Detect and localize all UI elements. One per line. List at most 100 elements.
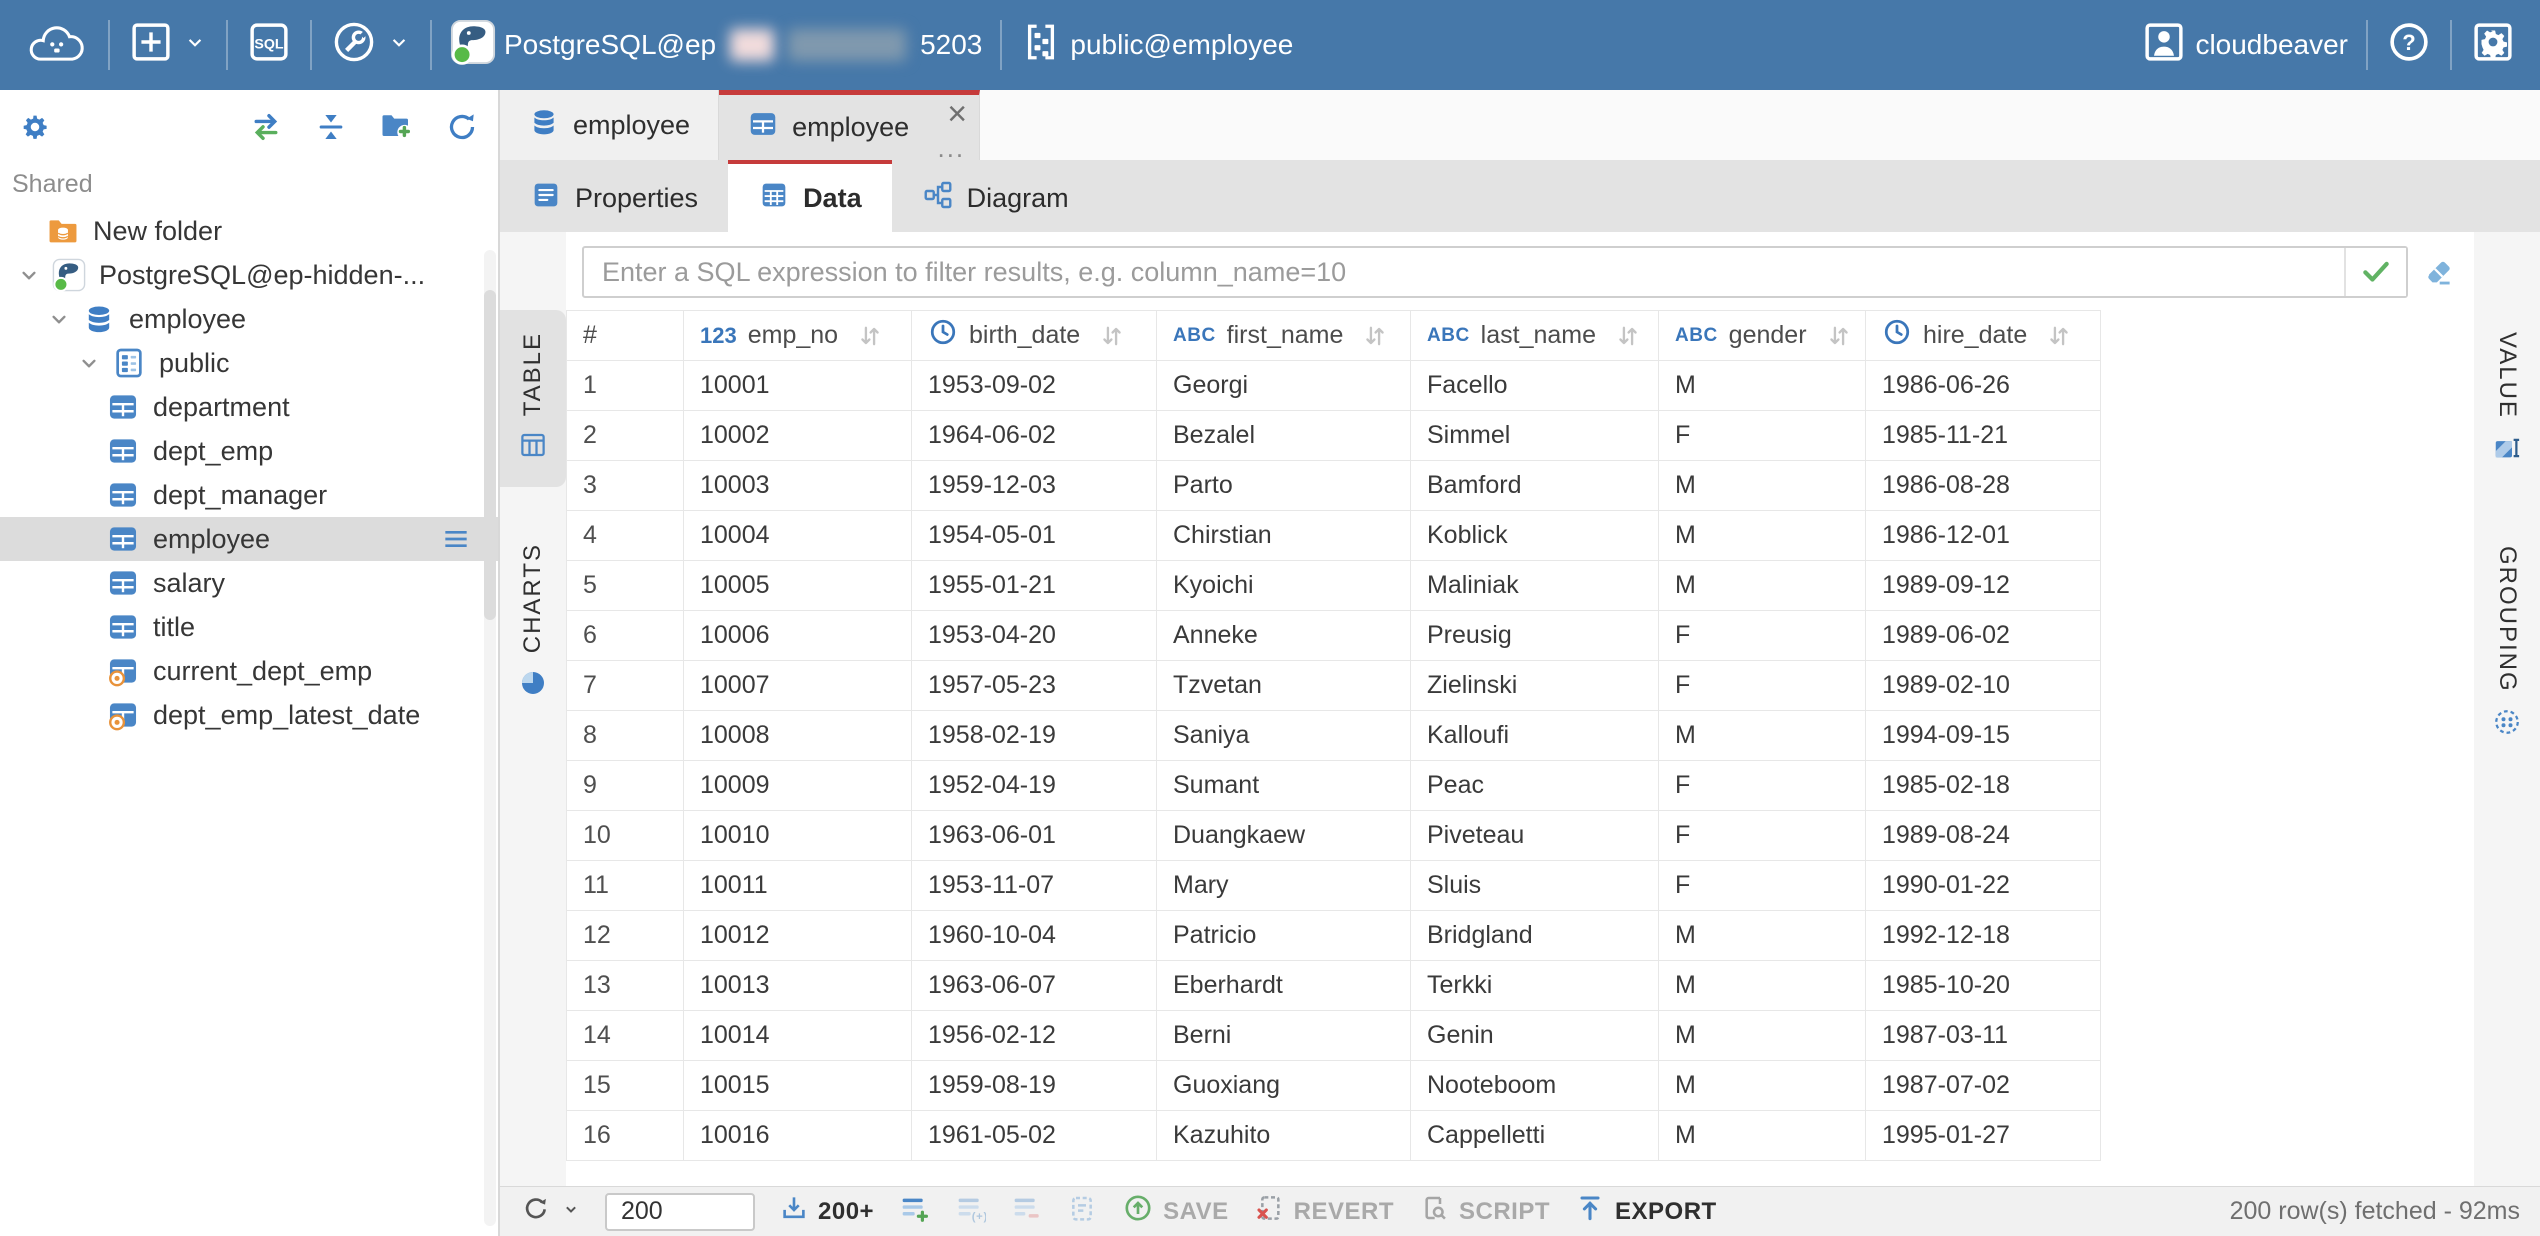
grid-cell[interactable]: M	[1659, 711, 1866, 761]
grid-cell[interactable]: 10008	[684, 711, 912, 761]
grid-cell[interactable]: Koblick	[1411, 511, 1659, 561]
grid-cell[interactable]: 1987-07-02	[1866, 1061, 2101, 1111]
grid-cell[interactable]: 10016	[684, 1111, 912, 1161]
grid-cell[interactable]: M	[1659, 361, 1866, 411]
sort-icon[interactable]	[1360, 322, 1390, 350]
sort-icon[interactable]	[1097, 322, 1127, 350]
refresh-tree-button[interactable]	[444, 109, 480, 148]
sidebar-settings-button[interactable]	[18, 110, 52, 147]
grid-cell[interactable]: 1964-06-02	[912, 411, 1157, 461]
grid-cell[interactable]: Cappelletti	[1411, 1111, 1659, 1161]
grid-cell[interactable]: 1956-02-12	[912, 1011, 1157, 1061]
sync-connection-button[interactable]	[248, 109, 284, 148]
grid-cell[interactable]: 1959-12-03	[912, 461, 1157, 511]
row-index-cell[interactable]: 13	[567, 961, 684, 1011]
grid-cell[interactable]: 1963-06-01	[912, 811, 1157, 861]
grid-cell[interactable]: 1994-09-15	[1866, 711, 2101, 761]
grid-cell[interactable]: 1989-08-24	[1866, 811, 2101, 861]
apply-filter-button[interactable]	[2344, 248, 2406, 296]
close-tab-icon[interactable]: ×	[947, 97, 967, 131]
grid-cell[interactable]: 10014	[684, 1011, 912, 1061]
expander-chevron-icon[interactable]	[16, 262, 52, 288]
revert-button[interactable]: REVERT	[1253, 1192, 1394, 1231]
grid-cell[interactable]: Tzvetan	[1157, 661, 1411, 711]
grid-cell[interactable]: 1952-04-19	[912, 761, 1157, 811]
grid-cell[interactable]: Georgi	[1157, 361, 1411, 411]
grid-cell[interactable]: 1961-05-02	[912, 1111, 1157, 1161]
tree-item-employee[interactable]: employee	[0, 297, 498, 341]
column-header-gender[interactable]: ABCgender	[1659, 311, 1866, 361]
script-button[interactable]: SCRIPT	[1418, 1192, 1550, 1231]
grid-cell[interactable]: 10001	[684, 361, 912, 411]
grid-cell[interactable]: 1954-05-01	[912, 511, 1157, 561]
delete-row-button[interactable]	[1010, 1192, 1042, 1231]
add-row-button[interactable]	[898, 1192, 930, 1231]
grid-cell[interactable]: 10005	[684, 561, 912, 611]
duplicate-row-button[interactable]: (+)	[954, 1192, 986, 1231]
column-header-birth_date[interactable]: birth_date	[912, 311, 1157, 361]
grid-cell[interactable]: 10007	[684, 661, 912, 711]
fetch-more-button[interactable]: 200+	[779, 1193, 874, 1230]
sort-icon[interactable]	[1613, 322, 1643, 350]
grid-cell[interactable]: 10004	[684, 511, 912, 561]
grid-cell[interactable]: Terkki	[1411, 961, 1659, 1011]
grid-cell[interactable]: Preusig	[1411, 611, 1659, 661]
row-index-cell[interactable]: 9	[567, 761, 684, 811]
grid-cell[interactable]: 1989-06-02	[1866, 611, 2101, 661]
row-index-cell[interactable]: 16	[567, 1111, 684, 1161]
row-index-cell[interactable]: 11	[567, 861, 684, 911]
grid-cell[interactable]: M	[1659, 461, 1866, 511]
grid-cell[interactable]: Bridgland	[1411, 911, 1659, 961]
grid-cell[interactable]: Eberhardt	[1157, 961, 1411, 1011]
grid-cell[interactable]: Sumant	[1157, 761, 1411, 811]
grid-cell[interactable]: F	[1659, 861, 1866, 911]
export-button[interactable]: EXPORT	[1574, 1192, 1717, 1231]
refresh-data-button[interactable]	[520, 1192, 581, 1231]
row-index-cell[interactable]: 6	[567, 611, 684, 661]
help-button[interactable]: ?	[2386, 19, 2432, 72]
row-limit-input[interactable]	[605, 1193, 755, 1231]
grid-cell[interactable]: Facello	[1411, 361, 1659, 411]
row-index-cell[interactable]: 5	[567, 561, 684, 611]
tree-item-new-folder[interactable]: New folder	[0, 209, 498, 253]
grid-cell[interactable]: F	[1659, 661, 1866, 711]
sidebar-scrollbar[interactable]	[484, 250, 496, 1226]
item-menu-icon[interactable]	[440, 523, 472, 555]
expander-chevron-icon[interactable]	[46, 306, 82, 332]
grid-cell[interactable]: Peac	[1411, 761, 1659, 811]
clear-filter-button[interactable]	[2422, 254, 2456, 291]
grid-cell[interactable]: Maliniak	[1411, 561, 1659, 611]
grid-cell[interactable]: 1987-03-11	[1866, 1011, 2101, 1061]
grid-cell[interactable]: 1989-09-12	[1866, 561, 2101, 611]
grid-cell[interactable]: Simmel	[1411, 411, 1659, 461]
new-connection-button[interactable]	[128, 19, 208, 72]
grid-cell[interactable]: 1958-02-19	[912, 711, 1157, 761]
sort-icon[interactable]	[2044, 322, 2074, 350]
grid-cell[interactable]: 1955-01-21	[912, 561, 1157, 611]
tree-item-employee[interactable]: employee	[0, 517, 498, 561]
grid-cell[interactable]: 1995-01-27	[1866, 1111, 2101, 1161]
save-button[interactable]: SAVE	[1122, 1192, 1229, 1231]
grid-cell[interactable]: Guoxiang	[1157, 1061, 1411, 1111]
grid-cell[interactable]: M	[1659, 1011, 1866, 1061]
grid-cell[interactable]: Duangkaew	[1157, 811, 1411, 861]
tree-item-dept-emp[interactable]: dept_emp	[0, 429, 498, 473]
column-header-first_name[interactable]: ABCfirst_name	[1157, 311, 1411, 361]
grid-cell[interactable]: Kazuhito	[1157, 1111, 1411, 1161]
column-header-emp_no[interactable]: 123emp_no	[684, 311, 912, 361]
grid-cell[interactable]: M	[1659, 911, 1866, 961]
tree-item-postgresql-ep-hidden-[interactable]: PostgreSQL@ep-hidden-...	[0, 253, 498, 297]
grid-cell[interactable]: F	[1659, 611, 1866, 661]
grid-cell[interactable]: 1986-12-01	[1866, 511, 2101, 561]
tree-item-dept-manager[interactable]: dept_manager	[0, 473, 498, 517]
grid-cell[interactable]: 1986-08-28	[1866, 461, 2101, 511]
grid-cell[interactable]: 1963-06-07	[912, 961, 1157, 1011]
row-index-cell[interactable]: 7	[567, 661, 684, 711]
column-header-hire_date[interactable]: hire_date	[1866, 311, 2101, 361]
tree-item-current-dept-emp[interactable]: current_dept_emp	[0, 649, 498, 693]
grid-cell[interactable]: F	[1659, 811, 1866, 861]
sort-icon[interactable]	[855, 322, 885, 350]
grid-cell[interactable]: Patricio	[1157, 911, 1411, 961]
grid-cell[interactable]: Zielinski	[1411, 661, 1659, 711]
tab-menu-icon[interactable]: ...	[937, 140, 965, 156]
